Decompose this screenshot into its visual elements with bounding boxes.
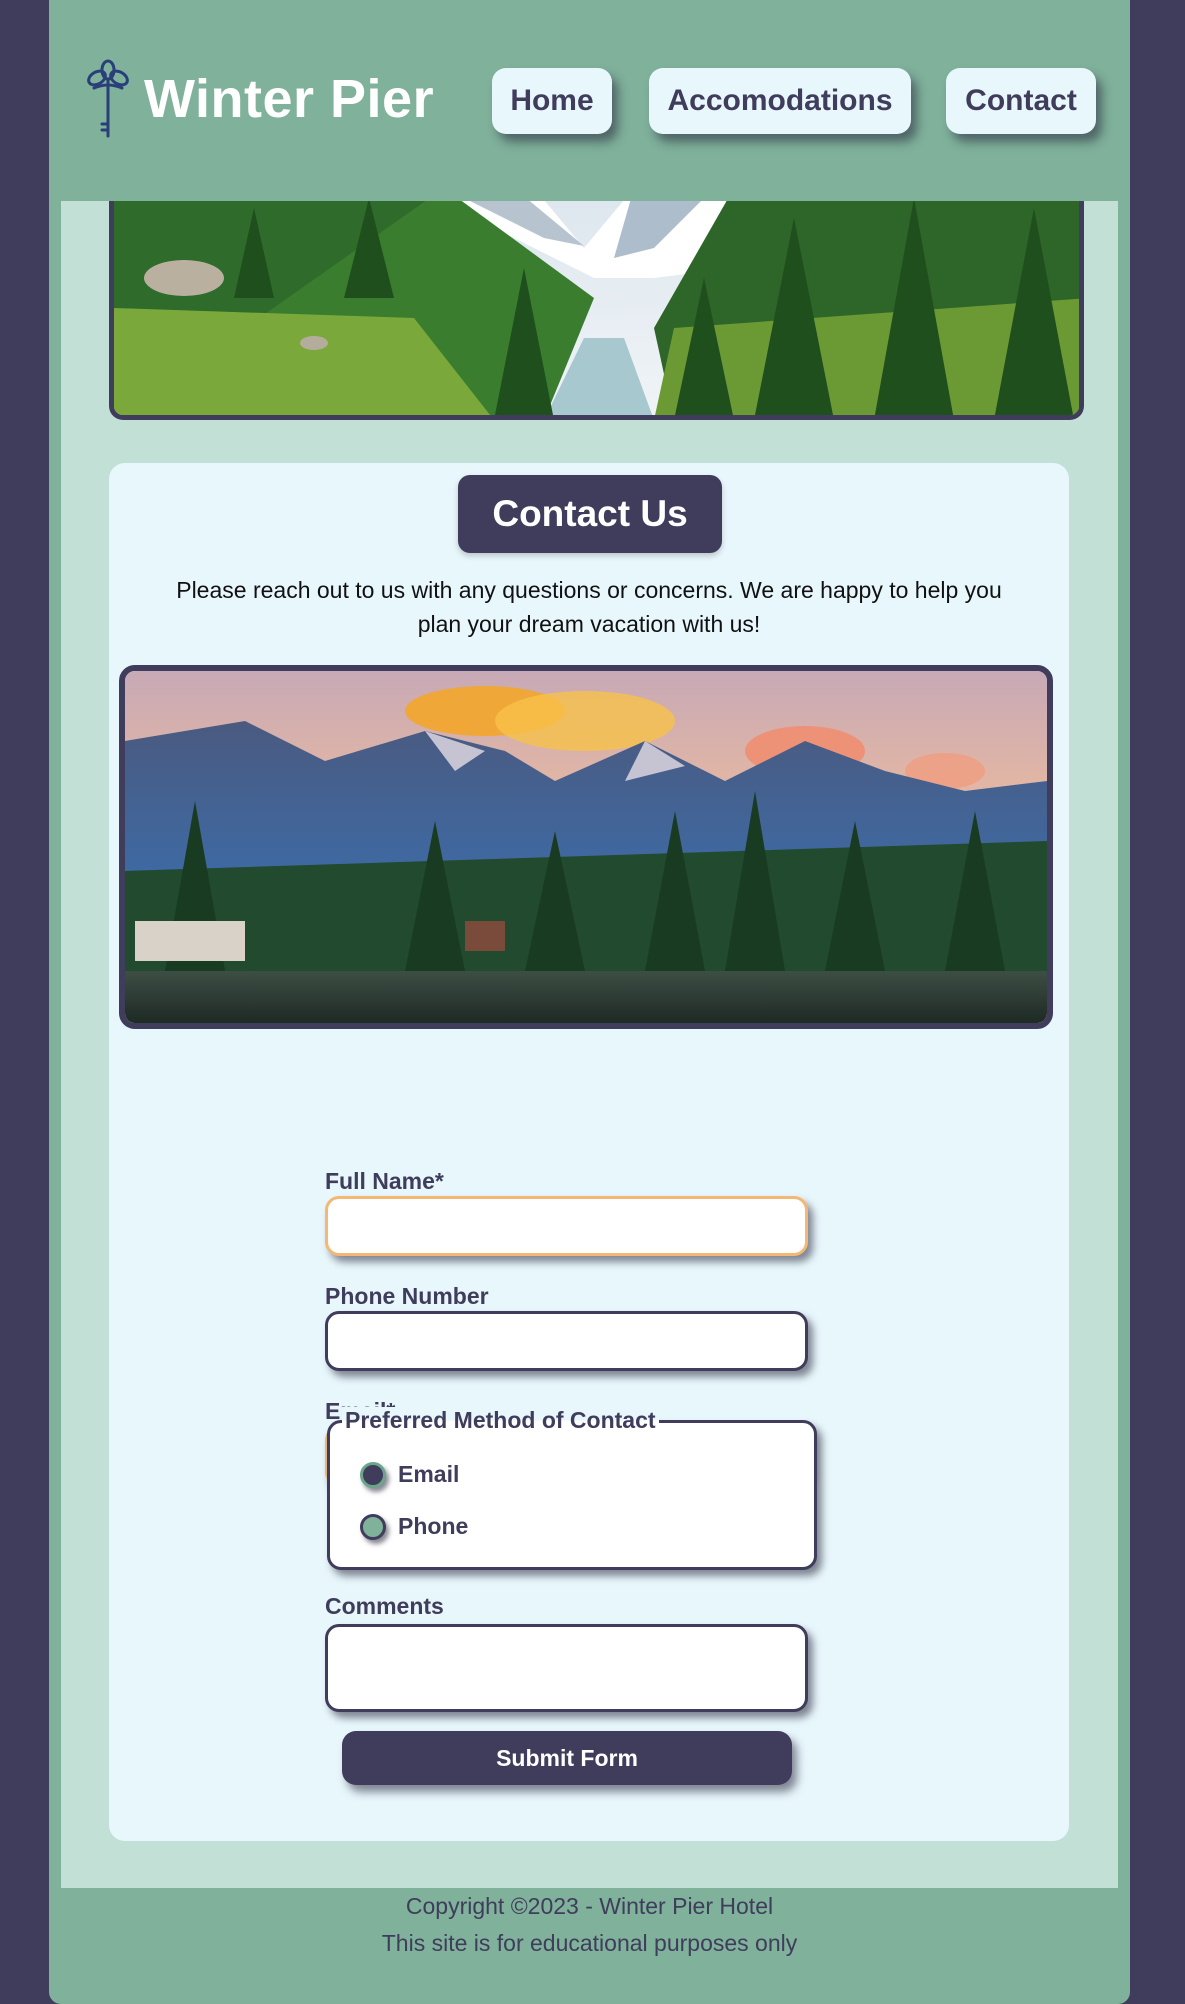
email-radio[interactable] bbox=[360, 1461, 386, 1488]
footer-note: This site is for educational purposes on… bbox=[381, 1930, 798, 1956]
submit-form-button[interactable]: Submit Form bbox=[342, 1731, 792, 1785]
logo[interactable]: Winter Pier bbox=[84, 58, 434, 140]
comments-textarea[interactable] bbox=[325, 1624, 808, 1712]
email-radio-label: Email bbox=[398, 1461, 460, 1487]
radio-option-phone[interactable]: Phone bbox=[360, 1513, 468, 1540]
footer-copyright: Copyright ©2023 - Winter Pier Hotel bbox=[405, 1893, 774, 1919]
comments-label: Comments bbox=[325, 1593, 444, 1619]
site-header: Winter Pier Home Accomodations Contact bbox=[49, 0, 1130, 201]
phone-radio[interactable] bbox=[360, 1513, 386, 1540]
nav-accomodations-button[interactable]: Accomodations bbox=[649, 68, 911, 134]
valley-banner-image bbox=[109, 188, 1084, 420]
site-footer: Copyright ©2023 - Winter Pier Hotel This… bbox=[49, 1888, 1130, 1962]
preferred-contact-legend: Preferred Method of Contact bbox=[342, 1407, 659, 1434]
contact-form-lower: Preferred Method of Contact Email Phone … bbox=[109, 463, 1069, 1841]
site-brand: Winter Pier bbox=[144, 69, 435, 129]
nav-contact-button[interactable]: Contact bbox=[946, 68, 1096, 134]
preferred-contact-group: Preferred Method of Contact Email Phone bbox=[327, 1407, 817, 1570]
radio-option-email[interactable]: Email bbox=[360, 1461, 459, 1488]
phone-radio-label: Phone bbox=[398, 1513, 469, 1539]
nav-home-button[interactable]: Home bbox=[492, 68, 612, 134]
key-icon bbox=[87, 59, 129, 138]
